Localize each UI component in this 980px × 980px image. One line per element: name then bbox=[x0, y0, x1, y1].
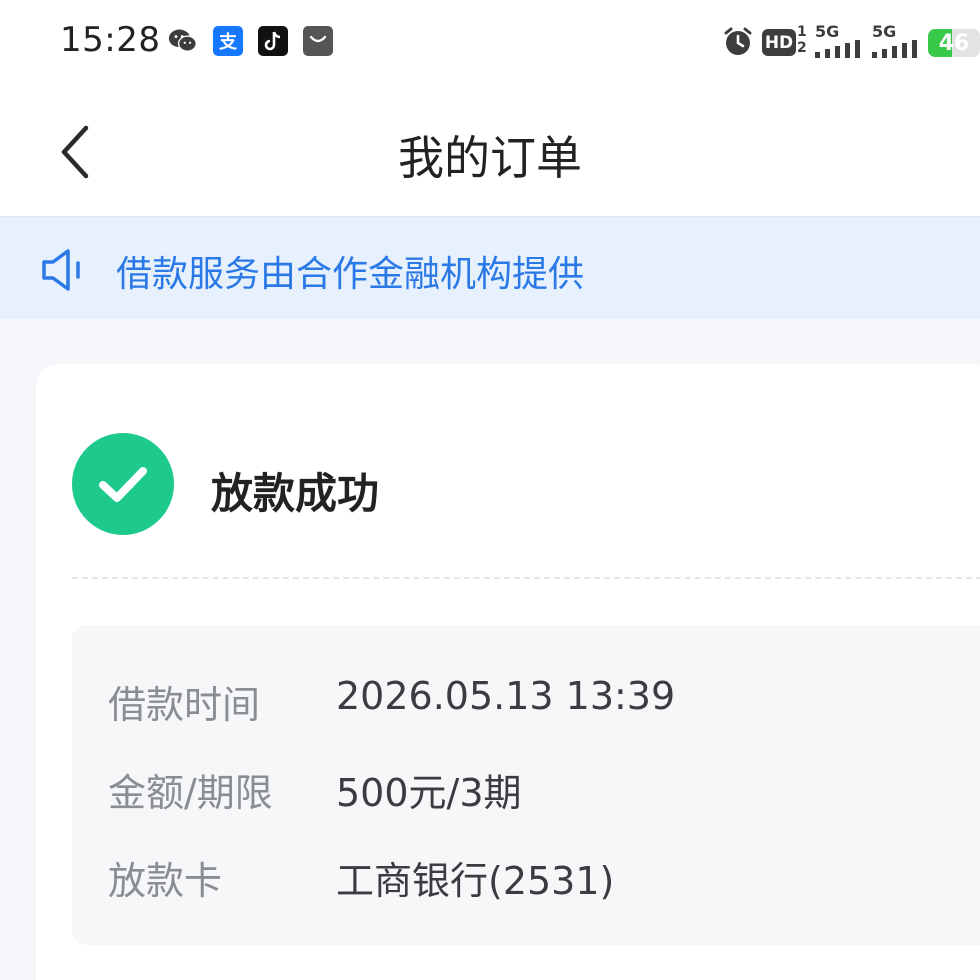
check-circle-icon bbox=[72, 433, 174, 535]
detail-label: 放款卡 bbox=[108, 859, 223, 903]
alarm-icon bbox=[722, 26, 754, 62]
detail-label: 借款时间 bbox=[108, 683, 261, 727]
signal-icon-1 bbox=[815, 40, 861, 62]
order-page: 15:28 支 HD 1 2 5G 5G 46 我的订单 借款服务由合作金融机构… bbox=[0, 0, 980, 980]
alipay-icon: 支 bbox=[213, 26, 243, 56]
notice-text: 借款服务由合作金融机构提供 bbox=[116, 254, 585, 295]
tiktok-icon bbox=[258, 26, 288, 56]
detail-row-loan-time: 借款时间 2026.05.13 13:39 bbox=[72, 674, 980, 734]
detail-label: 金额/期限 bbox=[108, 771, 273, 815]
signal-icon-2 bbox=[872, 40, 918, 62]
order-details: 借款时间 2026.05.13 13:39 金额/期限 500元/3期 放款卡 … bbox=[72, 625, 980, 945]
hd-badge: HD bbox=[762, 29, 796, 56]
wechat-icon bbox=[168, 26, 198, 56]
speaker-icon bbox=[40, 247, 88, 297]
detail-row-amount-term: 金额/期限 500元/3期 bbox=[72, 762, 980, 822]
status-bar: 15:28 支 HD 1 2 5G 5G 46 bbox=[0, 0, 980, 86]
detail-row-disbursement-card: 放款卡 工商银行(2531) bbox=[72, 850, 980, 910]
detail-value: 2026.05.13 13:39 bbox=[336, 674, 676, 718]
battery-icon: 46 bbox=[928, 29, 980, 57]
mail-icon bbox=[303, 26, 333, 56]
status-time: 15:28 bbox=[60, 20, 161, 60]
battery-level: 46 bbox=[938, 30, 970, 56]
order-card[interactable]: 放款成功 借款时间 2026.05.13 13:39 金额/期限 500元/3期… bbox=[36, 364, 980, 980]
detail-value: 500元/3期 bbox=[336, 771, 522, 815]
network-type-2: 5G bbox=[872, 22, 897, 41]
order-status: 放款成功 bbox=[211, 469, 380, 518]
network-type-1: 5G bbox=[815, 22, 840, 41]
sim-slots: 1 2 bbox=[797, 24, 807, 56]
page-title: 我的订单 bbox=[398, 131, 582, 185]
dashed-divider bbox=[72, 577, 980, 579]
nav-header: 我的订单 bbox=[0, 86, 980, 217]
notice-banner: 借款服务由合作金融机构提供 bbox=[0, 217, 980, 319]
detail-value: 工商银行(2531) bbox=[336, 859, 615, 903]
